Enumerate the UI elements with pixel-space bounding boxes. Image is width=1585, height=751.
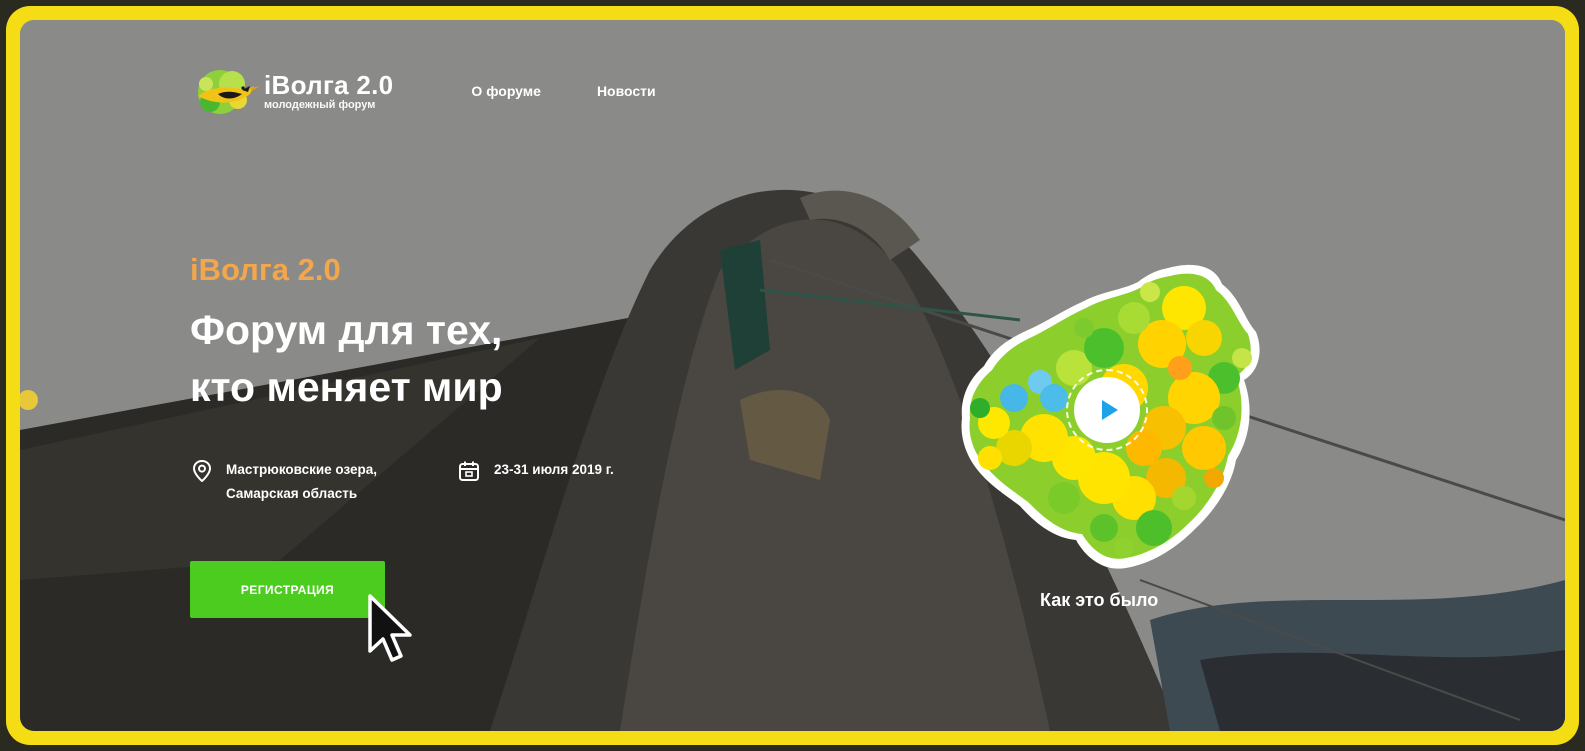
nav-link-news[interactable]: Новости [597,83,656,99]
calendar-icon [459,461,479,481]
dates-text: 23-31 июля 2019 г. [494,462,614,477]
hero-title-line-2: кто меняет мир [190,364,503,410]
mouse-pointer-icon [368,594,412,662]
register-button[interactable]: РЕГИСТРАЦИЯ [190,561,385,618]
location-line-2: Самарская область [226,486,358,501]
hero-kicker: iВолга 2.0 [190,252,341,287]
event-location: Мастрюковские озера, Самарская область [192,458,377,506]
logo-title: iВолга 2.0 [264,70,394,100]
video-caption[interactable]: Как это было [1040,590,1158,611]
top-navigation: iВолга 2.0 молодежный форум О форуме Нов… [190,60,712,122]
website-screen: iВолга 2.0 молодежный форум О форуме Нов… [20,20,1565,731]
play-icon [1102,400,1118,420]
nav-link-about[interactable]: О форуме [471,83,541,99]
oriole-bird-icon [198,70,260,114]
logo-subtitle: молодежный форум [264,99,376,111]
map-pin-icon [192,460,212,482]
nav-links: О форуме Новости [471,83,711,99]
site-logo[interactable]: iВолга 2.0 молодежный форум [190,60,393,122]
hero-title-line-1: Форум для тех, [190,307,503,353]
play-video-button[interactable] [1074,377,1140,443]
hero-title: Форум для тех, кто меняет мир [190,302,710,416]
location-line-1: Мастрюковские озера, [226,462,378,477]
yellow-frame: iВолга 2.0 молодежный форум О форуме Нов… [6,6,1579,745]
event-dates: 23-31 июля 2019 г. [458,458,614,482]
